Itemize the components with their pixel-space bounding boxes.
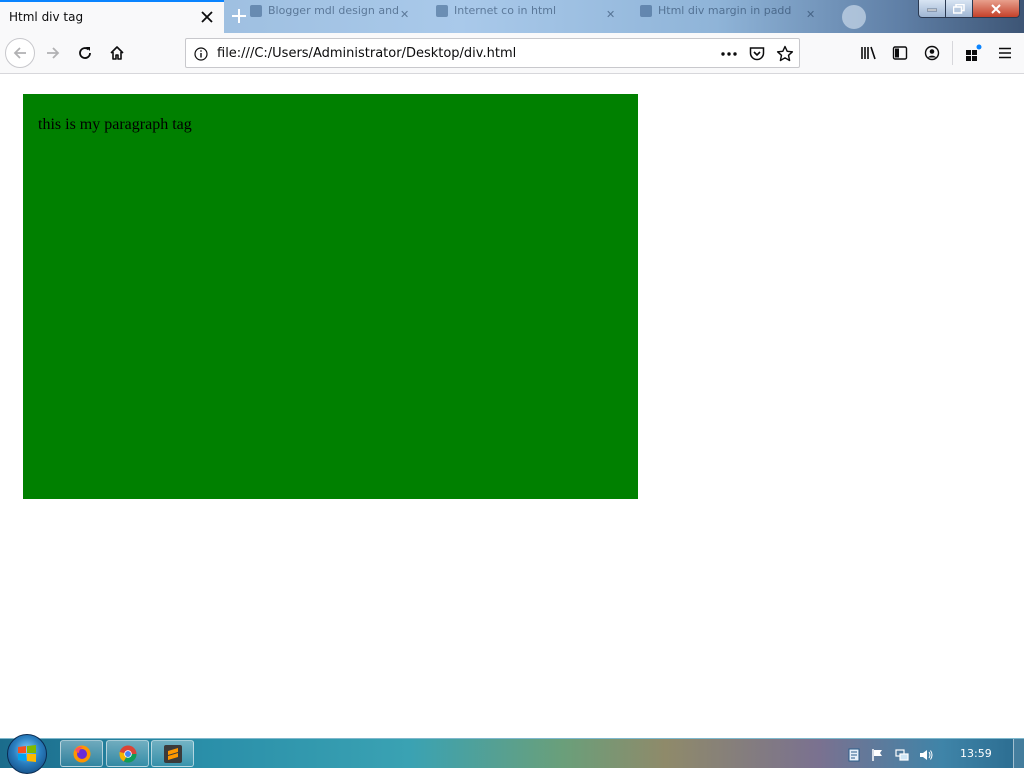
show-desktop-button[interactable] bbox=[1013, 739, 1024, 769]
sublime-text-icon bbox=[163, 744, 182, 763]
address-bar[interactable]: file:///C:/Users/Administrator/Desktop/d… bbox=[185, 38, 800, 68]
tab-title: Internet co in html bbox=[454, 4, 557, 17]
tab-strip: Html div tag Blogger mdl design and ✕ In… bbox=[0, 0, 1024, 33]
action-center-flag-icon[interactable] bbox=[871, 747, 885, 761]
toolbar-separator bbox=[952, 41, 953, 65]
tab-background[interactable]: Internet co in html ✕ bbox=[436, 4, 626, 28]
page-content: this is my paragraph tag bbox=[0, 74, 1024, 738]
home-button[interactable] bbox=[103, 39, 131, 67]
firefox-icon bbox=[73, 745, 90, 762]
navigation-toolbar: file:///C:/Users/Administrator/Desktop/d… bbox=[0, 33, 1024, 74]
network-icon[interactable] bbox=[895, 747, 909, 761]
reload-button[interactable] bbox=[71, 39, 99, 67]
notes-tray-icon[interactable] bbox=[847, 747, 861, 762]
favicon-icon bbox=[640, 5, 652, 17]
favicon-icon bbox=[436, 5, 448, 17]
restore-button[interactable] bbox=[945, 0, 973, 18]
info-icon[interactable] bbox=[194, 46, 208, 65]
tab-title: Blogger mdl design and bbox=[268, 4, 400, 17]
tab-overflow-icon[interactable] bbox=[842, 5, 866, 29]
favicon-icon bbox=[250, 5, 262, 17]
tab-close-icon[interactable] bbox=[198, 8, 216, 26]
library-icon[interactable] bbox=[855, 39, 883, 67]
taskbar-sublime-text[interactable] bbox=[151, 740, 194, 767]
tab-active[interactable]: Html div tag bbox=[0, 0, 224, 33]
new-tab-icon[interactable] bbox=[228, 5, 250, 27]
paragraph-text: this is my paragraph tag bbox=[38, 116, 192, 133]
taskbar: 13:59 bbox=[0, 734, 1024, 774]
forward-button[interactable] bbox=[39, 39, 67, 67]
extensions-icon[interactable] bbox=[959, 39, 987, 67]
windows-logo-icon bbox=[18, 745, 36, 762]
tab-background[interactable]: Blogger mdl design and ✕ bbox=[250, 4, 420, 28]
volume-icon[interactable] bbox=[919, 747, 933, 761]
pocket-icon[interactable] bbox=[748, 45, 766, 63]
tab-title: Html div tag bbox=[9, 10, 84, 24]
page-actions-icon[interactable] bbox=[720, 45, 738, 63]
start-button[interactable] bbox=[7, 734, 47, 774]
tab-close-icon[interactable]: ✕ bbox=[606, 8, 615, 21]
taskbar-firefox[interactable] bbox=[60, 740, 103, 767]
sidebar-icon[interactable] bbox=[886, 39, 914, 67]
tab-close-icon[interactable]: ✕ bbox=[806, 8, 815, 21]
minimize-button[interactable] bbox=[918, 0, 946, 18]
green-div: this is my paragraph tag bbox=[23, 94, 638, 499]
back-button[interactable] bbox=[5, 38, 35, 68]
menu-icon[interactable] bbox=[991, 39, 1019, 67]
taskbar-clock[interactable]: 13:59 bbox=[960, 747, 992, 760]
tab-close-icon[interactable]: ✕ bbox=[400, 8, 409, 21]
tab-background[interactable]: Html div margin in padd ✕ bbox=[640, 4, 820, 28]
tab-title: Html div margin in padd bbox=[658, 4, 792, 17]
taskbar-chrome[interactable] bbox=[106, 740, 149, 767]
account-icon[interactable] bbox=[918, 39, 946, 67]
chrome-icon bbox=[119, 745, 136, 762]
close-window-button[interactable] bbox=[972, 0, 1020, 18]
bookmark-star-icon[interactable] bbox=[776, 45, 794, 63]
url-text[interactable]: file:///C:/Users/Administrator/Desktop/d… bbox=[217, 46, 516, 61]
